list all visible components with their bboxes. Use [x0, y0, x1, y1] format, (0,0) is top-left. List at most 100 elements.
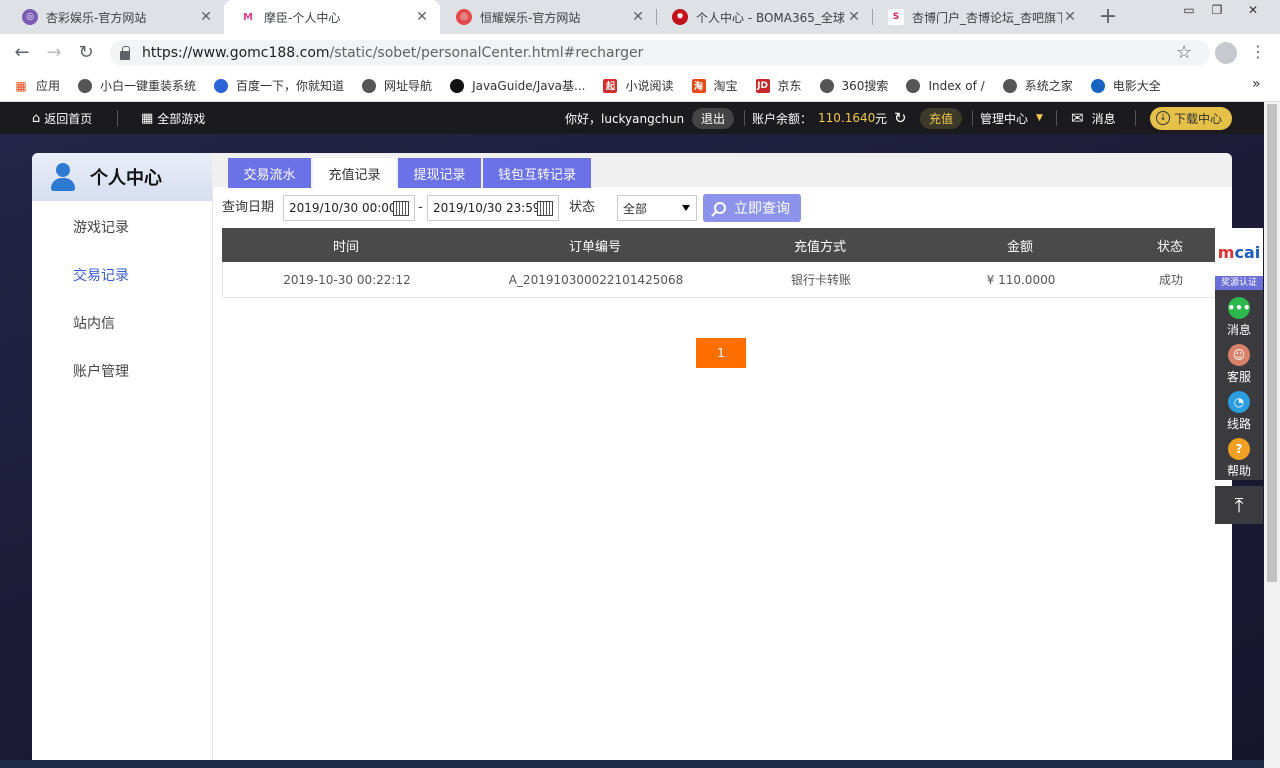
address-bar[interactable]: https://www.gomc188.com/static/sobet/per… — [110, 40, 1210, 66]
bookmark-item[interactable]: 淘淘宝 — [691, 77, 738, 94]
tab-recharge-records[interactable]: 充值记录 — [313, 158, 396, 188]
browser-tab-2-active[interactable]: M 摩臣-个人中心 ✕ — [224, 0, 440, 34]
download-icon: ↓ — [1156, 111, 1170, 125]
column-header-amount: 金额 — [1006, 239, 1033, 255]
site-favicon: ✹ — [672, 9, 688, 25]
bookmarks-overflow-icon[interactable]: » — [1252, 76, 1261, 92]
search-icon — [714, 202, 726, 214]
float-help-button[interactable]: ? 帮助 — [1215, 435, 1263, 482]
bookmark-item[interactable]: 系统之家 — [1002, 77, 1073, 94]
prize-certification-badge: 奖源认证 — [1215, 276, 1263, 290]
jd-icon: JD — [755, 78, 770, 93]
globe-icon — [1002, 78, 1017, 93]
restore-window-icon[interactable]: ❐ — [1202, 0, 1232, 20]
cell-amount: ¥ 110.0000 — [986, 272, 1056, 287]
bookmark-item[interactable]: 小白一键重装系统 — [78, 77, 196, 94]
sidebar-card: 个人中心 游戏记录 交易记录 站内信 账户管理 — [32, 153, 212, 768]
column-header-order-number: 订单编号 — [568, 239, 621, 255]
reload-icon[interactable]: ↻ — [74, 40, 98, 64]
close-tab-icon[interactable]: ✕ — [198, 9, 214, 25]
bookmark-item[interactable]: 起小说阅读 — [603, 77, 674, 94]
tab-transaction-flow[interactable]: 交易流水 — [228, 158, 311, 188]
bookmark-item[interactable]: Index of / — [906, 78, 985, 93]
back-icon[interactable]: ← — [10, 40, 34, 64]
download-center-button[interactable]: ↓ 下载中心 — [1150, 106, 1233, 130]
close-tab-icon[interactable]: ✕ — [630, 9, 646, 25]
bookmark-star-icon[interactable]: ☆ — [1176, 42, 1192, 63]
all-games-link[interactable]: ▦ 全部游戏 — [141, 102, 205, 134]
greeting-text: 你好，luckyangchun — [565, 111, 685, 126]
url-text: https://www.gomc188.com/static/sobet/per… — [142, 45, 644, 61]
sidebar-header: 个人中心 — [32, 153, 212, 201]
new-tab-button[interactable]: + — [1094, 4, 1122, 30]
bookmark-item[interactable]: 电影大全 — [1090, 77, 1161, 94]
cell-status: 成功 — [1158, 273, 1183, 287]
globe-icon — [78, 78, 93, 93]
calendar-icon[interactable] — [537, 201, 553, 216]
apps-grid-icon: ▦ — [15, 78, 27, 93]
query-button[interactable]: 立即查询 — [703, 194, 801, 222]
tab-wallet-transfer-records[interactable]: 钱包互转记录 — [483, 158, 591, 188]
bookmark-apps[interactable]: ▦ 应用 — [14, 77, 60, 94]
float-messages-button[interactable]: ••• 消息 — [1215, 294, 1263, 341]
close-tab-icon[interactable]: ✕ — [1062, 9, 1078, 25]
github-icon — [450, 78, 465, 93]
browser-tab-1[interactable]: ◎ 杏彩娱乐-官方网站 ✕ — [6, 0, 224, 34]
sidebar-item-account-management[interactable]: 账户管理 — [73, 361, 129, 381]
globe-icon — [819, 78, 834, 93]
close-tab-icon[interactable]: ✕ — [414, 9, 430, 25]
messages-link[interactable]: ✉ 消息 — [1071, 102, 1116, 134]
back-to-top-icon[interactable]: ⤒ — [1215, 486, 1263, 524]
date-to-input[interactable]: 2019/10/30 23:59 — [427, 195, 559, 221]
menu-kebab-icon[interactable]: ⋮ — [1250, 42, 1266, 61]
close-window-icon[interactable]: ✕ — [1238, 0, 1268, 20]
question-icon: ? — [1228, 438, 1250, 460]
management-center-menu[interactable]: 管理中心 ▼ — [980, 102, 1043, 134]
recharge-button[interactable]: 充值 — [920, 107, 963, 129]
bookmark-item[interactable]: JD 京东 — [755, 77, 802, 94]
bookmark-item[interactable]: JavaGuide/Java基... — [450, 77, 585, 94]
float-customer-service-button[interactable]: ☺ 客服 — [1215, 341, 1263, 388]
browser-tab-5[interactable]: S 杏博门户_杏博论坛_杏吧旗下 ✕ — [872, 0, 1088, 34]
site-top-bar: ⌂ 返回首页 ▦ 全部游戏 你好，luckyangchun 退出 账户余额： 110… — [0, 102, 1264, 134]
lock-icon — [120, 45, 130, 60]
site-favicon: S — [888, 9, 904, 25]
sidebar-item-transaction-records[interactable]: 交易记录 — [73, 265, 129, 285]
status-select[interactable]: 全部 — [617, 195, 697, 221]
cell-order-number: A_201910300022101425068 — [508, 272, 684, 287]
date-range-separator: - — [418, 200, 423, 215]
bookmark-item[interactable]: 百度一下，你就知道 — [214, 77, 344, 94]
browser-tab-strip: ◎ 杏彩娱乐-官方网站 ✕ M 摩臣-个人中心 ✕ ◎ 恒耀娱乐-官方网站 ✕ … — [0, 0, 1280, 34]
browser-tab-4[interactable]: ✹ 个人中心 - BOMA365_全球 ✕ — [656, 0, 872, 34]
sidebar-item-site-messages[interactable]: 站内信 — [73, 313, 115, 333]
minimize-window-icon[interactable]: ▭ — [1174, 0, 1204, 20]
floating-service-panel: mcai 奖源认证 ••• 消息 ☺ 客服 ◔ 线路 ? 帮助 ⤒ — [1215, 228, 1263, 524]
date-from-input[interactable]: 2019/10/30 00:00 — [283, 195, 415, 221]
profile-avatar-icon[interactable] — [1215, 42, 1237, 64]
taobao-icon: 淘 — [691, 78, 706, 93]
calendar-icon[interactable] — [393, 201, 409, 216]
os-taskbar — [0, 760, 1264, 768]
movie-icon — [1090, 78, 1105, 93]
tab-withdrawal-records[interactable]: 提现记录 — [398, 158, 481, 188]
sidebar-item-game-records[interactable]: 游戏记录 — [73, 217, 129, 237]
logout-button[interactable]: 退出 — [692, 107, 735, 129]
status-label: 状态 — [569, 200, 596, 215]
pagination-page-1[interactable]: 1 — [696, 338, 746, 368]
cell-recharge-method: 银行卡转账 — [790, 273, 851, 287]
grid-icon: ▦ — [141, 110, 154, 126]
refresh-balance-icon[interactable]: ↻ — [894, 102, 907, 134]
bookmark-item[interactable]: 360搜索 — [819, 77, 888, 94]
sidebar-title: 个人中心 — [90, 168, 162, 189]
page-scrollbar[interactable] — [1264, 102, 1280, 768]
support-agent-icon: ☺ — [1228, 344, 1250, 366]
home-link[interactable]: ⌂ 返回首页 — [32, 102, 92, 134]
close-tab-icon[interactable]: ✕ — [846, 9, 862, 25]
cell-time: 2019-10-30 00:22:12 — [283, 272, 411, 287]
site-favicon: ◎ — [456, 9, 472, 25]
dropdown-arrow-icon — [682, 205, 690, 211]
browser-tab-3[interactable]: ◎ 恒耀娱乐-官方网站 ✕ — [440, 0, 656, 34]
float-lines-button[interactable]: ◔ 线路 — [1215, 388, 1263, 435]
forward-icon[interactable]: → — [42, 40, 66, 64]
bookmark-item[interactable]: 网址导航 — [362, 77, 432, 94]
